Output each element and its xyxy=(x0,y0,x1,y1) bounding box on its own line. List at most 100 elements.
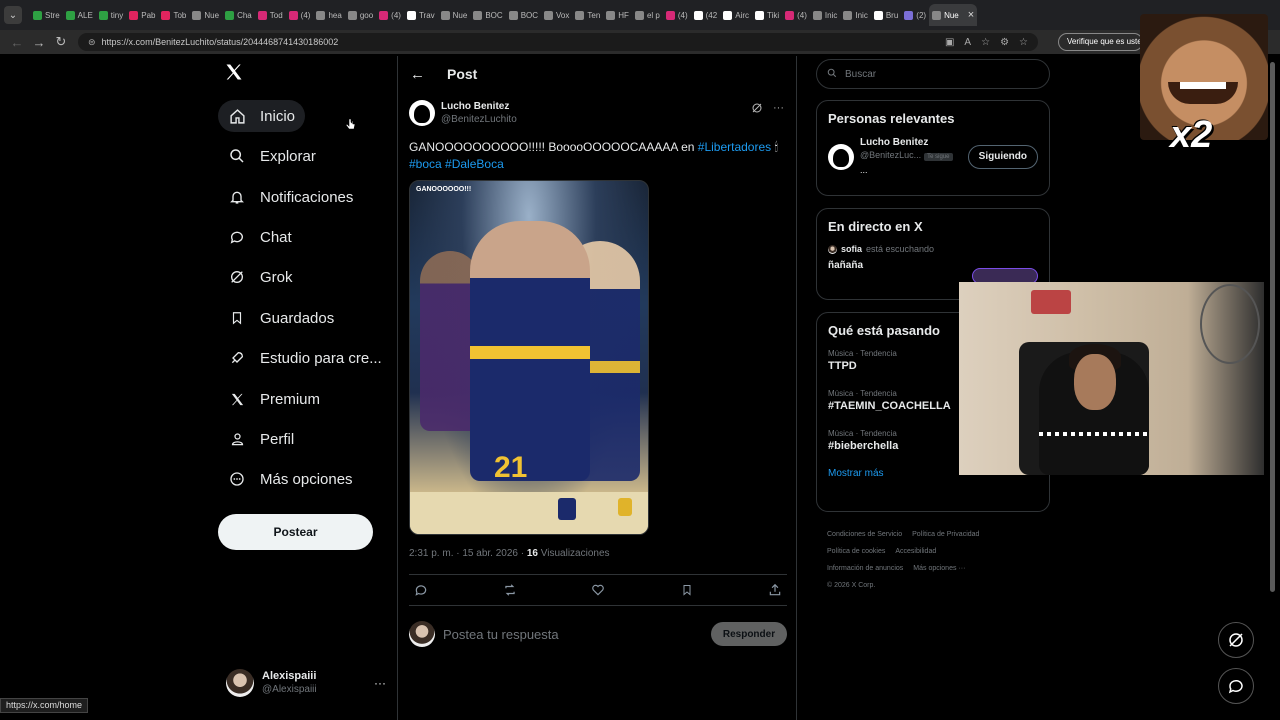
browser-tab[interactable]: Tod xyxy=(255,4,286,26)
browser-tab[interactable]: (4) xyxy=(782,4,810,26)
scrollbar[interactable] xyxy=(1270,62,1275,702)
tab-list-menu-button[interactable]: ⌄ xyxy=(4,6,22,24)
hashtag-link[interactable]: #Libertadores xyxy=(698,140,771,154)
relevant-person[interactable]: Lucho Benitez @BenitezLuc... Te sigue ...… xyxy=(828,136,1038,177)
browser-tab[interactable]: tiny xyxy=(96,4,126,26)
sidebar-item-notificaciones[interactable]: Notificaciones xyxy=(218,181,363,213)
browser-tab[interactable]: (4) xyxy=(286,4,314,26)
footer-link[interactable]: Política de cookies xyxy=(827,548,885,555)
search-input[interactable]: Buscar xyxy=(816,59,1050,89)
post-image[interactable]: GANOOOOOO!!! 21 xyxy=(409,180,649,535)
like-heart-icon[interactable] xyxy=(590,582,606,598)
browser-tab[interactable]: el p xyxy=(632,4,663,26)
browser-tab[interactable]: BOC xyxy=(506,4,541,26)
back-arrow-icon[interactable]: ← xyxy=(410,66,425,83)
grok-icon xyxy=(228,268,246,286)
browser-tab[interactable]: Trav xyxy=(404,4,438,26)
tab-favicon-icon xyxy=(606,10,616,20)
reply-input[interactable]: Postea tu respuesta xyxy=(443,627,559,642)
person-name[interactable]: Lucho Benitez xyxy=(860,136,953,149)
author-name[interactable]: Lucho Benitez xyxy=(441,100,517,113)
browser-tab[interactable]: Inic xyxy=(840,4,870,26)
share-icon[interactable] xyxy=(767,582,783,598)
hashtag-link[interactable]: #DaleBoca xyxy=(445,157,504,171)
sidebar-item-grok[interactable]: Grok xyxy=(218,261,303,293)
browser-tab[interactable]: Cha xyxy=(222,4,255,26)
favorites-icon[interactable]: ☆ xyxy=(1019,37,1028,48)
following-button[interactable]: Siguiendo xyxy=(967,144,1038,169)
sidebar-item-más[interactable]: Más opciones xyxy=(218,463,363,495)
browser-tab[interactable]: Airc xyxy=(720,4,752,26)
browser-tab[interactable]: (4) xyxy=(376,4,404,26)
sidebar-item-perfil[interactable]: Perfil xyxy=(218,423,304,455)
browser-tab[interactable]: (4) xyxy=(663,4,691,26)
chat-bubble-icon xyxy=(228,228,246,246)
verify-pill[interactable]: Verifique que es usted xyxy=(1058,33,1143,51)
sidebar-item-explorar[interactable]: Explorar xyxy=(218,140,326,172)
bookmark-icon[interactable] xyxy=(679,582,695,598)
site-info-icon[interactable]: ⊜ xyxy=(88,37,96,48)
browser-tab[interactable]: BOC xyxy=(470,4,505,26)
browser-tab[interactable]: (42 xyxy=(691,4,721,26)
author-handle[interactable]: @BenitezLuchito xyxy=(441,113,517,126)
reply-icon[interactable] xyxy=(413,582,429,598)
sidebar-item-estudio[interactable]: Estudio para cre... xyxy=(218,342,392,374)
footer-link[interactable]: © 2026 X Corp. xyxy=(827,582,875,589)
browser-tab[interactable]: Nue xyxy=(438,4,471,26)
hashtag-link[interactable]: #boca xyxy=(409,157,442,171)
more-dots-icon[interactable]: ··· xyxy=(374,676,386,690)
grok-float-button[interactable] xyxy=(1218,622,1254,658)
sidebar-item-inicio[interactable]: Inicio xyxy=(218,100,306,132)
close-tab-icon[interactable]: × xyxy=(968,9,974,21)
x-logo-icon[interactable] xyxy=(224,62,246,84)
read-aloud-icon[interactable]: A xyxy=(964,37,971,48)
post-button[interactable]: Postear xyxy=(218,514,373,550)
footer-link[interactable]: Más opciones ··· xyxy=(913,565,965,572)
post-timestamp[interactable]: 2:31 p. m. · 15 abr. 2026 · xyxy=(409,548,527,559)
browser-tab[interactable]: goo xyxy=(345,4,376,26)
reload-icon[interactable]: ↻ xyxy=(50,34,72,50)
browser-tab[interactable]: Vox xyxy=(541,4,572,26)
post-author[interactable]: Lucho Benitez @BenitezLuchito xyxy=(409,100,517,126)
footer-link[interactable]: Política de Privacidad xyxy=(912,531,979,538)
browser-tab[interactable]: Bru xyxy=(871,4,901,26)
scrollbar-thumb[interactable] xyxy=(1270,62,1275,592)
forward-arrow-icon[interactable]: → xyxy=(28,35,50,50)
messages-float-button[interactable] xyxy=(1218,668,1254,704)
author-avatar[interactable] xyxy=(409,100,435,126)
browser-tab[interactable]: ALE xyxy=(63,4,96,26)
sidebar-item-guardados[interactable]: Guardados xyxy=(218,302,344,334)
browser-tab[interactable]: Inic xyxy=(810,4,840,26)
views-label: Visualizaciones xyxy=(537,548,610,559)
tab-favicon-icon xyxy=(379,10,389,20)
browser-tab[interactable]: (2) xyxy=(901,4,929,26)
footer-link[interactable]: Información de anuncios xyxy=(827,565,903,572)
app-icon[interactable]: ▣ xyxy=(945,37,954,48)
browser-tab[interactable]: Nue xyxy=(189,4,222,26)
browser-tab[interactable]: Ten xyxy=(572,4,603,26)
url-field[interactable]: ⊜ https://x.com/BenitezLuchito/status/20… xyxy=(78,33,1038,51)
browser-tab[interactable]: hea xyxy=(313,4,344,26)
account-switcher[interactable]: Alexispaiii @Alexispaiii ··· xyxy=(226,666,386,700)
sidebar-item-chat[interactable]: Chat xyxy=(218,221,302,253)
more-dots-icon[interactable]: ··· xyxy=(773,102,784,117)
browser-tab[interactable]: Nue × xyxy=(929,4,978,26)
browser-tab[interactable]: Pab xyxy=(126,4,158,26)
avatar[interactable] xyxy=(828,143,854,170)
back-arrow-icon[interactable]: ← xyxy=(6,35,28,50)
footer-link[interactable]: Accesibilidad xyxy=(895,548,936,555)
favorite-star-icon[interactable]: ☆ xyxy=(981,37,990,48)
sidebar-item-label: Estudio para cre... xyxy=(260,349,382,367)
reply-button[interactable]: Responder xyxy=(711,622,787,646)
grok-icon[interactable] xyxy=(751,102,763,117)
sidebar-item-premium[interactable]: Premium xyxy=(218,383,330,415)
browser-tab[interactable]: Tob xyxy=(158,4,189,26)
footer-link[interactable]: Condiciones de Servicio xyxy=(827,531,902,538)
bell-icon xyxy=(228,188,246,206)
repost-icon[interactable] xyxy=(502,582,518,598)
extensions-icon[interactable]: ⚙ xyxy=(1000,37,1009,48)
browser-tab[interactable]: Tiki xyxy=(752,4,782,26)
live-space-row[interactable]: sofia está escuchando xyxy=(828,244,1038,254)
browser-tab[interactable]: HF xyxy=(603,4,632,26)
browser-tab[interactable]: Stre xyxy=(30,4,63,26)
